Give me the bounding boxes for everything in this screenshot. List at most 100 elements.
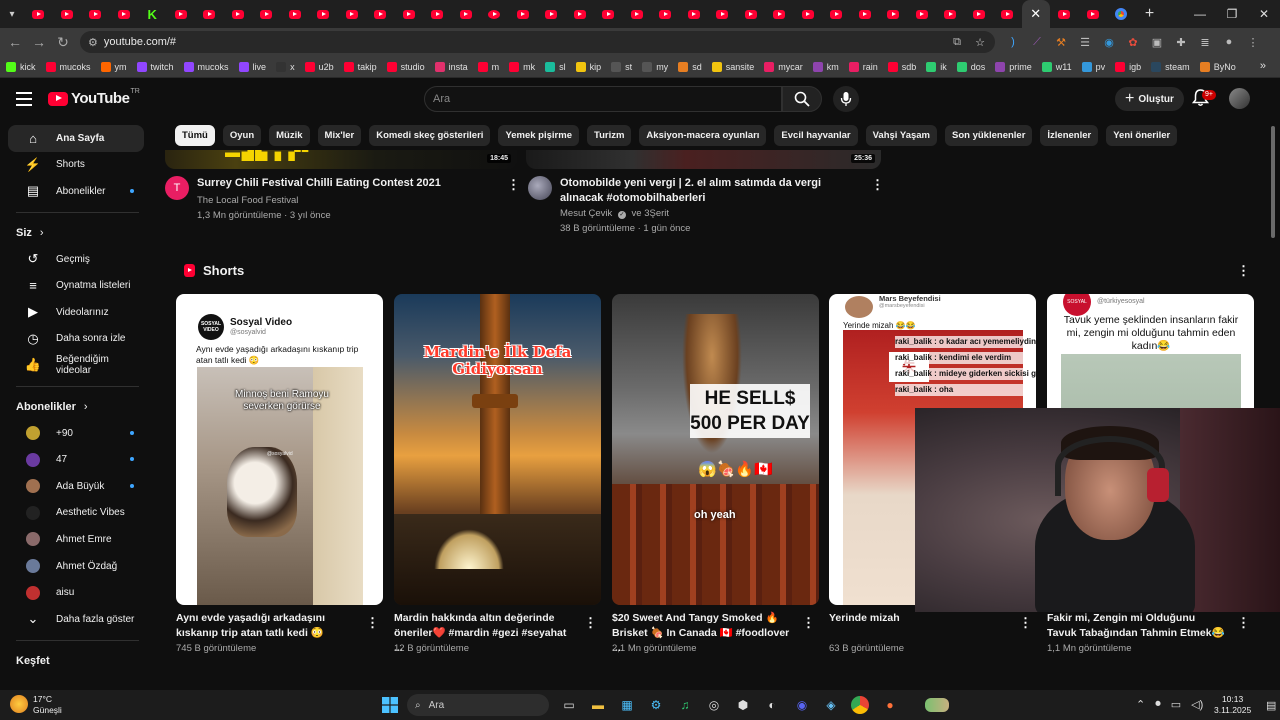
tab-youtube[interactable] <box>1050 0 1079 28</box>
filter-chip[interactable]: Oyun <box>222 125 262 146</box>
sidebar-item-subscriptions[interactable]: ▤ Abonelikler <box>8 178 144 205</box>
bookmark-twitch[interactable]: twitch <box>136 61 174 72</box>
bookmark-dos[interactable]: dos <box>956 61 985 72</box>
tab-active[interactable]: ✕ <box>1021 0 1050 28</box>
you-section-heading[interactable]: Siz › <box>0 220 155 246</box>
bookmark-steam[interactable]: steam <box>1151 61 1190 72</box>
sidebar-item-playlists[interactable]: ≡ Oynatma listeleri <box>8 272 144 299</box>
tab-youtube[interactable] <box>395 0 424 28</box>
tab-youtube[interactable] <box>594 0 623 28</box>
short-menu-kebab-icon[interactable]: ⋮ <box>1237 616 1250 629</box>
sidebar-subscription[interactable]: 47 <box>8 446 144 473</box>
tray-overflow-icon[interactable]: ⌃ <box>1136 698 1145 711</box>
filter-chip[interactable]: Son yüklenenler <box>945 125 1033 146</box>
subscriptions-heading[interactable]: Abonelikler › <box>0 394 155 420</box>
tab-youtube[interactable] <box>822 0 851 28</box>
filter-chip[interactable]: Aksiyon-macera oyunları <box>639 125 767 146</box>
video-menu-kebab-icon[interactable]: ⋮ <box>871 178 884 191</box>
video-thumbnail[interactable]: 25:36 <box>526 150 881 169</box>
bookmark-ByNo[interactable]: ByNo <box>1199 61 1236 72</box>
sidebar-subscription[interactable]: aisu <box>8 579 144 606</box>
short-menu-kebab-icon[interactable]: ⋮ <box>584 616 597 629</box>
minimize-icon[interactable]: — <box>1184 0 1216 28</box>
bookmark-m[interactable]: m <box>477 61 499 72</box>
search-input[interactable]: Ara <box>424 86 782 112</box>
new-tab-button[interactable]: + <box>1136 5 1164 23</box>
filter-chip[interactable]: Mix'ler <box>317 125 362 146</box>
volume-icon[interactable]: ◁) <box>1191 698 1203 711</box>
start-button[interactable] <box>381 696 399 714</box>
tab-youtube[interactable] <box>537 0 566 28</box>
close-window-icon[interactable]: ✕ <box>1248 0 1280 28</box>
bookmark-st[interactable]: st <box>611 61 632 72</box>
bookmark-x[interactable]: x <box>276 61 295 72</box>
tab-youtube[interactable] <box>737 0 766 28</box>
sidebar-item-liked[interactable]: 👍 Beğendiğim videolar <box>8 352 144 379</box>
profile-icon[interactable]: ● <box>1220 33 1238 51</box>
bookmark-mucoks[interactable]: mucoks <box>183 61 229 72</box>
short-title[interactable]: Yerinde mizah <box>829 611 1009 626</box>
file-explorer-icon[interactable]: ▬ <box>589 696 607 714</box>
tab-youtube[interactable] <box>81 0 110 28</box>
tab-youtube[interactable] <box>794 0 823 28</box>
youtube-logo[interactable]: YouTube TR <box>48 88 140 107</box>
bookmark-u2b[interactable]: u2b <box>304 61 334 72</box>
video-menu-kebab-icon[interactable]: ⋮ <box>507 178 520 191</box>
extension-7-icon[interactable]: ▣ <box>1148 33 1166 51</box>
channel-name[interactable]: The Local Food Festival <box>197 193 441 208</box>
search-button[interactable] <box>782 86 822 112</box>
filter-chip[interactable]: Turizm <box>586 125 632 146</box>
bookmark-star-icon[interactable]: ☆ <box>975 36 985 49</box>
site-info-icon[interactable]: ⚙ <box>88 36 98 49</box>
more-bookmarks-icon[interactable]: » <box>1260 60 1266 72</box>
sidebar-subscription[interactable]: Aesthetic Vibes <box>8 500 144 527</box>
short-thumbnail[interactable]: HE SELL$ 500 PER DAY 😱🍖🔥🇨🇦 oh yeah <box>612 294 819 605</box>
extension-1-icon[interactable]: ) <box>1004 33 1022 51</box>
app-3-icon[interactable]: ⬢ <box>734 696 752 714</box>
bookmark-sl[interactable]: sl <box>545 61 566 72</box>
bookmark-prime[interactable]: prime <box>995 61 1032 72</box>
extension-5-icon[interactable]: ◉ <box>1100 33 1118 51</box>
video-thumbnail[interactable]: ▬▟▙▗ ▞▘ 18:45 <box>165 150 517 169</box>
tab-youtube[interactable] <box>509 0 538 28</box>
tab-youtube[interactable] <box>423 0 452 28</box>
tab-youtube[interactable] <box>195 0 224 28</box>
sidebar-item-history[interactable]: ↺ Geçmiş <box>8 246 144 273</box>
short-menu-kebab-icon[interactable]: ⋮ <box>802 616 815 629</box>
bookmark-my[interactable]: my <box>642 61 668 72</box>
address-bar[interactable]: ⚙ youtube.com/# ⧉ ☆ <box>80 31 995 53</box>
bookmark-studio[interactable]: studio <box>386 61 425 72</box>
install-app-icon[interactable]: ⧉ <box>953 36 961 49</box>
bookmark-igb[interactable]: igb <box>1115 61 1141 72</box>
bookmark-takip[interactable]: takip <box>343 61 377 72</box>
bookmark-rain[interactable]: rain <box>848 61 878 72</box>
tab-youtube[interactable] <box>879 0 908 28</box>
maximize-icon[interactable]: ❐ <box>1216 0 1248 28</box>
video-title[interactable]: Otomobilde yeni vergi | 2. el alım satım… <box>560 176 860 206</box>
task-view-icon[interactable]: ▭ <box>560 696 578 714</box>
bookmark-ym[interactable]: ym <box>100 61 127 72</box>
voice-search-button[interactable] <box>833 86 859 112</box>
notifications-tray-icon[interactable]: ▤ <box>1266 699 1276 712</box>
tab-youtube[interactable] <box>936 0 965 28</box>
tab-youtube[interactable] <box>110 0 139 28</box>
bookmark-insta[interactable]: insta <box>434 61 468 72</box>
steam-icon[interactable]: ◈ <box>822 696 840 714</box>
extension-6-icon[interactable]: ✿ <box>1124 33 1142 51</box>
bookmark-w11[interactable]: w11 <box>1041 61 1072 72</box>
tab-youtube[interactable] <box>708 0 737 28</box>
tab-kick[interactable]: K <box>138 0 167 28</box>
video-title[interactable]: Surrey Chili Festival Chilli Eating Cont… <box>197 176 441 191</box>
short-title[interactable]: Aynı evde yaşadığı arkadaşını kıskanıp t… <box>176 611 356 641</box>
filter-chip[interactable]: Yeni öneriler <box>1106 125 1178 146</box>
bookmark-km[interactable]: km <box>812 61 839 72</box>
app-1-icon[interactable]: ♫ <box>676 696 694 714</box>
tab-youtube[interactable] <box>566 0 595 28</box>
forward-icon[interactable]: → <box>27 34 51 50</box>
discord-icon[interactable]: ◉ <box>793 696 811 714</box>
tab-youtube[interactable] <box>908 0 937 28</box>
channel-name[interactable]: Mesut Çevik ✓ ve 3Şerit <box>560 206 860 221</box>
tab-youtube[interactable] <box>993 0 1022 28</box>
bookmark-sdb[interactable]: sdb <box>887 61 916 72</box>
short-thumbnail[interactable]: Mardin'e İlk Defa Gidiyorsan <box>394 294 601 605</box>
